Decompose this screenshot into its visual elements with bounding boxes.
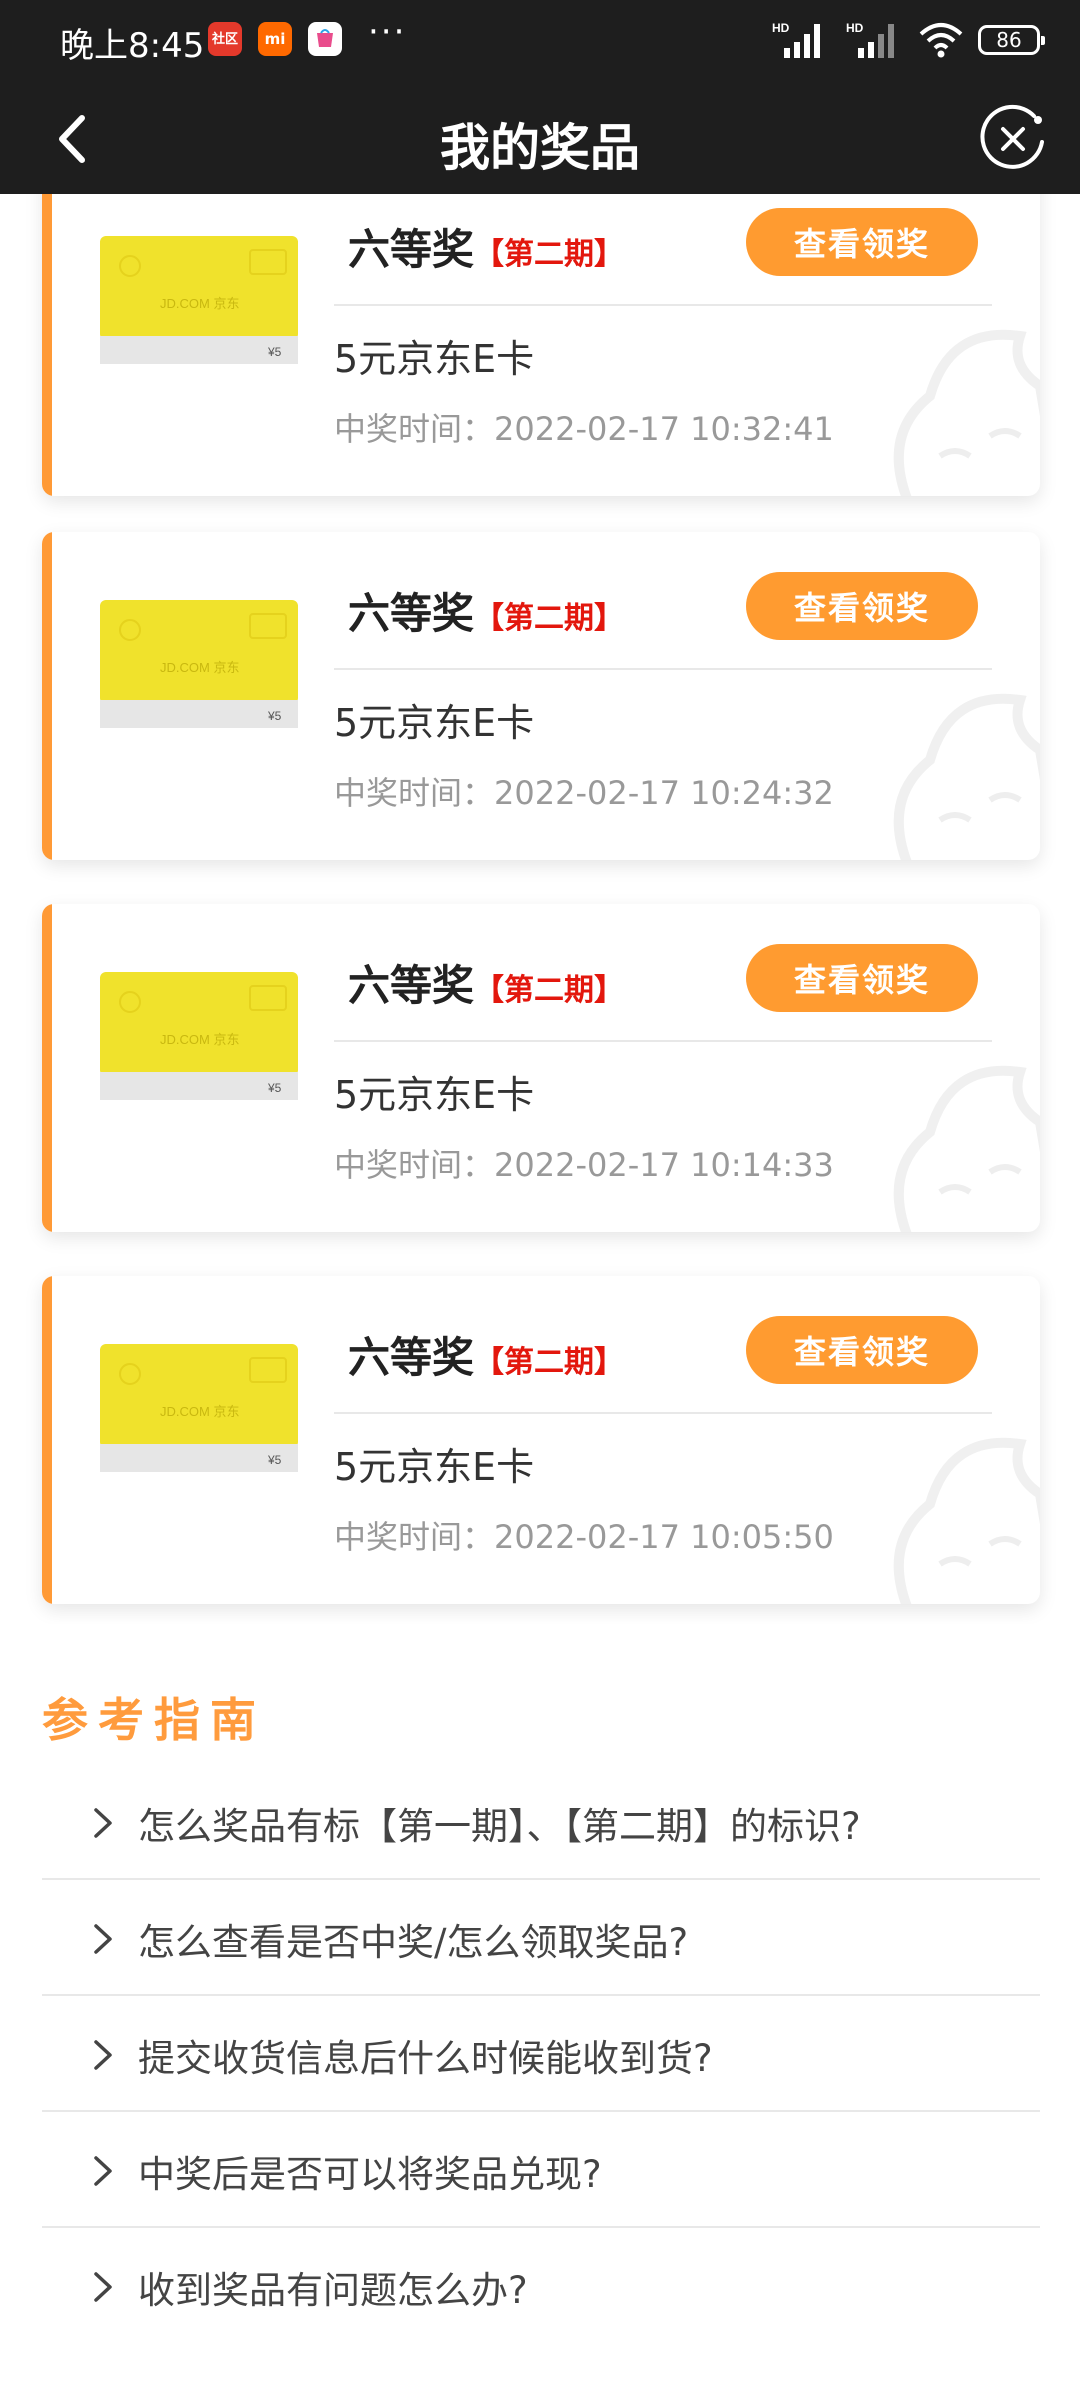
prize-level-text: 六等奖 <box>348 961 475 1010</box>
jd-ecard-image: JD.COM 京东 ¥5 <box>100 236 298 364</box>
card-accent-stripe <box>42 1276 52 1604</box>
status-time: 晚上8:45 <box>60 26 205 66</box>
jd-ecard-image: JD.COM 京东 ¥5 <box>100 972 298 1100</box>
mascot-watermark-icon <box>893 693 1040 860</box>
chevron-right-icon <box>94 1808 112 1838</box>
prize-card: JD.COM 京东 ¥5 六等奖【第二期】 查看领奖 5元京东E卡 中奖时间：2… <box>42 532 1040 860</box>
prize-card: JD.COM 京东 ¥5 六等奖【第二期】 查看领奖 5元京东E卡 中奖时间：2… <box>42 194 1040 496</box>
prize-level-text: 六等奖 <box>348 1333 475 1382</box>
page-title: 我的奖品 <box>440 119 640 177</box>
prize-list[interactable]: JD.COM 京东 ¥5 六等奖【第二期】 查看领奖 5元京东E卡 中奖时间：2… <box>0 194 1080 1624</box>
community-app-icon: 社区 <box>208 22 242 56</box>
guide-title: 参考指南 <box>42 1693 266 1747</box>
prize-card: JD.COM 京东 ¥5 六等奖【第二期】 查看领奖 5元京东E卡 中奖时间：2… <box>42 1276 1040 1604</box>
card-divider <box>334 1412 992 1414</box>
status-indicators: HD HD 86 <box>770 18 1045 62</box>
prize-level: 六等奖【第二期】 <box>348 952 624 1013</box>
prize-level-text: 六等奖 <box>348 589 475 638</box>
card-divider <box>334 1040 992 1042</box>
svg-text:¥5: ¥5 <box>267 345 282 359</box>
chevron-right-icon <box>94 2272 112 2302</box>
signal-hd-2-icon: HD <box>846 21 894 58</box>
prize-name: 5元京东E卡 <box>334 337 535 381</box>
header: 我的奖品 <box>0 82 1080 194</box>
card-divider <box>334 304 992 306</box>
faq-item[interactable]: 怎么查看是否中奖/怎么领取奖品? <box>42 1880 1040 1996</box>
prize-time: 中奖时间：2022-02-17 10:14:33 <box>334 1140 834 1186</box>
chevron-right-icon <box>94 2040 112 2070</box>
faq-item[interactable]: 收到奖品有问题怎么办? <box>42 2228 1040 2344</box>
prize-period: 【第二期】 <box>474 973 625 1008</box>
prize-period: 【第二期】 <box>474 601 625 636</box>
prize-time: 中奖时间：2022-02-17 10:05:50 <box>334 1512 834 1558</box>
faq-question: 收到奖品有问题怎么办? <box>138 2269 528 2312</box>
faq-question: 怎么查看是否中奖/怎么领取奖品? <box>138 1921 689 1964</box>
mascot-watermark-icon <box>893 1437 1040 1604</box>
card-accent-stripe <box>42 904 52 1232</box>
prize-level-text: 六等奖 <box>348 225 475 274</box>
prize-name: 5元京东E卡 <box>334 1445 535 1489</box>
card-accent-stripe <box>42 194 52 496</box>
svg-text:JD.COM 京东: JD.COM 京东 <box>160 296 239 311</box>
chevron-right-icon <box>94 1924 112 1954</box>
jd-ecard-image: JD.COM 京东 ¥5 <box>100 1344 298 1472</box>
prize-time-label: 中奖时间： <box>334 774 495 812</box>
prize-time: 中奖时间：2022-02-17 10:32:41 <box>334 404 834 450</box>
wifi-icon <box>919 23 963 58</box>
svg-text:¥5: ¥5 <box>267 709 282 723</box>
prize-time-value: 2022-02-17 10:05:50 <box>494 1518 834 1556</box>
svg-text:JD.COM 京东: JD.COM 京东 <box>160 1032 239 1047</box>
close-button[interactable] <box>976 102 1050 176</box>
view-claim-button[interactable]: 查看领奖 <box>746 208 978 276</box>
prize-level: 六等奖【第二期】 <box>348 580 624 641</box>
close-circle-icon <box>980 104 1044 169</box>
status-bar: 晚上8:45 社区 mi ··· HD HD 86 <box>0 0 1080 82</box>
prize-period: 【第二期】 <box>474 1345 625 1380</box>
prize-time-value: 2022-02-17 10:32:41 <box>494 410 834 448</box>
svg-text:JD.COM 京东: JD.COM 京东 <box>160 660 239 675</box>
view-claim-button[interactable]: 查看领奖 <box>746 572 978 640</box>
view-claim-button[interactable]: 查看领奖 <box>746 1316 978 1384</box>
svg-text:HD: HD <box>846 21 864 35</box>
svg-text:HD: HD <box>772 21 790 35</box>
prize-name: 5元京东E卡 <box>334 701 535 745</box>
mi-app-icon: mi <box>258 22 292 56</box>
prize-time-value: 2022-02-17 10:14:33 <box>494 1146 834 1184</box>
svg-text:JD.COM 京东: JD.COM 京东 <box>160 1404 239 1419</box>
store-app-icon <box>308 22 342 56</box>
svg-text:¥5: ¥5 <box>267 1081 282 1095</box>
faq-question: 提交收货信息后什么时候能收到货? <box>138 2037 713 2080</box>
prize-level: 六等奖【第二期】 <box>348 216 624 277</box>
prize-period: 【第二期】 <box>474 237 625 272</box>
prize-name: 5元京东E卡 <box>334 1073 535 1117</box>
battery-level: 86 <box>996 28 1022 52</box>
chevron-right-icon <box>94 2156 112 2186</box>
more-notifications-icon: ··· <box>368 12 407 52</box>
faq-question: 怎么奖品有标【第一期】、【第二期】的标识? <box>138 1805 861 1848</box>
prize-time-value: 2022-02-17 10:24:32 <box>494 774 834 812</box>
signal-hd-1-icon: HD <box>772 21 820 58</box>
prize-time-label: 中奖时间： <box>334 410 495 448</box>
prize-time-label: 中奖时间： <box>334 1518 495 1556</box>
jd-ecard-image: JD.COM 京东 ¥5 <box>100 600 298 728</box>
prize-time: 中奖时间：2022-02-17 10:24:32 <box>334 768 834 814</box>
faq-list: 怎么奖品有标【第一期】、【第二期】的标识? 怎么查看是否中奖/怎么领取奖品? 提… <box>42 1764 1040 2344</box>
card-accent-stripe <box>42 532 52 860</box>
mascot-watermark-icon <box>893 329 1040 496</box>
card-divider <box>334 668 992 670</box>
faq-item[interactable]: 怎么奖品有标【第一期】、【第二期】的标识? <box>42 1764 1040 1880</box>
view-claim-button[interactable]: 查看领奖 <box>746 944 978 1012</box>
faq-item[interactable]: 提交收货信息后什么时候能收到货? <box>42 1996 1040 2112</box>
faq-item[interactable]: 中奖后是否可以将奖品兑现? <box>42 2112 1040 2228</box>
prize-time-label: 中奖时间： <box>334 1146 495 1184</box>
prize-level: 六等奖【第二期】 <box>348 1324 624 1385</box>
prize-card: JD.COM 京东 ¥5 六等奖【第二期】 查看领奖 5元京东E卡 中奖时间：2… <box>42 904 1040 1232</box>
faq-question: 中奖后是否可以将奖品兑现? <box>138 2153 602 2196</box>
svg-text:¥5: ¥5 <box>267 1453 282 1467</box>
mascot-watermark-icon <box>893 1065 1040 1232</box>
battery-icon: 86 <box>978 25 1045 55</box>
